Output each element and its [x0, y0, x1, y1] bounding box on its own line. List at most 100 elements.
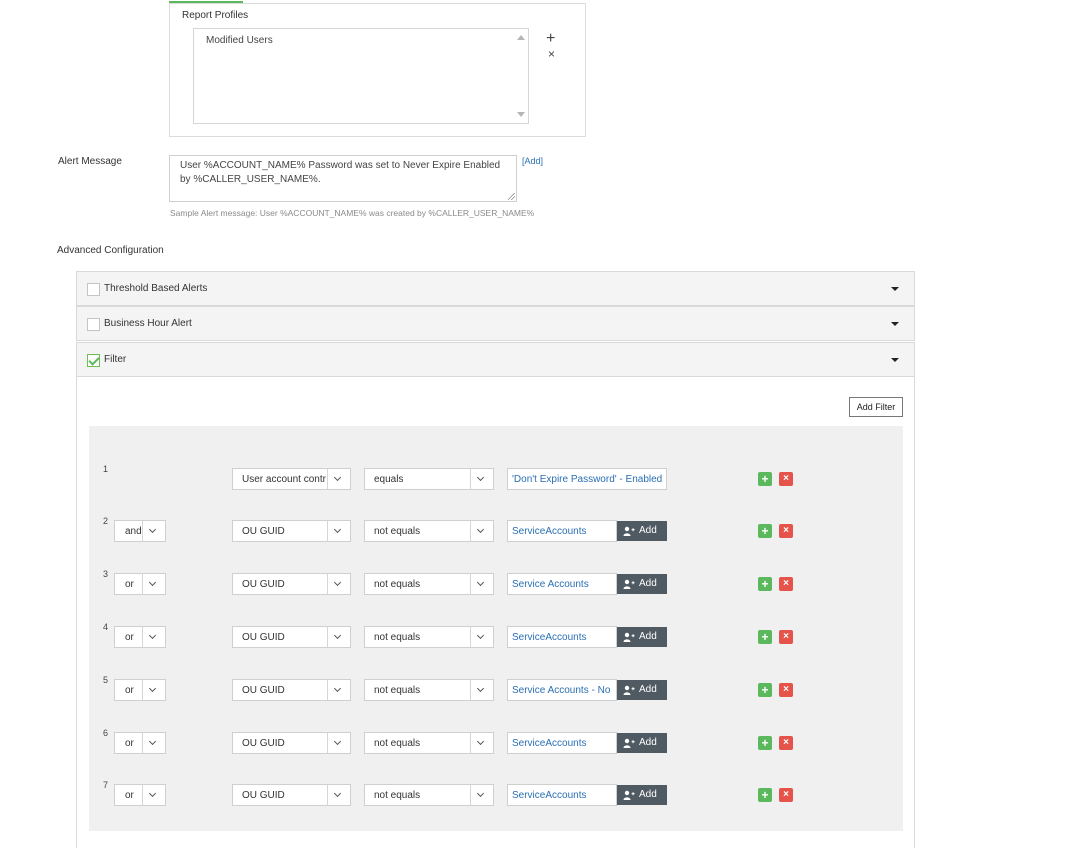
caret-down-icon[interactable] [891, 322, 899, 326]
filter-checkbox[interactable] [87, 354, 100, 367]
add-row-icon[interactable]: + [758, 524, 772, 538]
filter-row: 1 User account contr equals 'Don't Expir… [89, 464, 903, 492]
filter-value-input[interactable]: 'Don't Expire Password' - Enabled [507, 468, 667, 490]
chevron-down-icon[interactable] [470, 469, 493, 489]
chevron-down-icon[interactable] [327, 521, 350, 541]
report-profiles-list[interactable]: Modified Users [193, 28, 529, 124]
filter-value-input[interactable]: ServiceAccounts [507, 784, 617, 806]
field-select[interactable]: OU GUID [232, 732, 351, 754]
logic-select[interactable]: or [114, 784, 166, 806]
delete-row-icon[interactable]: × [779, 472, 793, 486]
chevron-down-icon[interactable] [327, 469, 350, 489]
add-user-icon [623, 685, 635, 695]
chevron-down-icon[interactable] [142, 627, 165, 647]
delete-row-icon[interactable]: × [779, 630, 793, 644]
resize-grip-icon[interactable] [508, 193, 515, 200]
delete-row-icon[interactable]: × [779, 577, 793, 591]
remove-profile-icon[interactable]: × [548, 48, 555, 60]
filter-value-input[interactable]: ServiceAccounts [507, 626, 617, 648]
chevron-down-icon[interactable] [142, 733, 165, 753]
business-hour-section[interactable]: Business Hour Alert [76, 306, 915, 341]
add-row-icon[interactable]: + [758, 683, 772, 697]
add-object-button[interactable]: Add [617, 574, 667, 594]
chevron-down-icon[interactable] [327, 785, 350, 805]
filter-section[interactable]: Filter [76, 342, 915, 377]
delete-row-icon[interactable]: × [779, 524, 793, 538]
add-row-icon[interactable]: + [758, 630, 772, 644]
delete-row-icon[interactable]: × [779, 788, 793, 802]
filter-value-input[interactable]: Service Accounts [507, 573, 617, 595]
operator-select[interactable]: not equals [364, 573, 494, 595]
chevron-down-icon[interactable] [470, 521, 493, 541]
logic-select[interactable]: or [114, 626, 166, 648]
logic-value: or [125, 579, 134, 590]
list-scrollbar[interactable] [514, 29, 528, 123]
report-profile-item[interactable]: Modified Users [206, 35, 273, 46]
add-object-button[interactable]: Add [617, 785, 667, 805]
operator-select[interactable]: not equals [364, 679, 494, 701]
caret-down-icon[interactable] [891, 358, 899, 362]
add-object-button[interactable]: Add [617, 733, 667, 753]
filter-value-input[interactable]: ServiceAccounts [507, 520, 617, 542]
add-row-icon[interactable]: + [758, 472, 772, 486]
chevron-down-icon[interactable] [142, 785, 165, 805]
add-row-icon[interactable]: + [758, 788, 772, 802]
field-select[interactable]: OU GUID [232, 784, 351, 806]
alert-message-textarea[interactable]: User %ACCOUNT_NAME% Password was set to … [169, 155, 517, 202]
field-select[interactable]: OU GUID [232, 520, 351, 542]
chevron-down-icon[interactable] [327, 574, 350, 594]
field-value: User account contr [242, 474, 326, 485]
filter-value-text: ServiceAccounts [512, 632, 587, 643]
chevron-down-icon[interactable] [470, 785, 493, 805]
business-hour-checkbox[interactable] [87, 318, 100, 331]
add-profile-icon[interactable]: + [546, 31, 555, 47]
add-object-button[interactable]: Add [617, 680, 667, 700]
operator-select[interactable]: not equals [364, 520, 494, 542]
chevron-down-icon[interactable] [142, 521, 165, 541]
add-object-label: Add [639, 684, 657, 695]
field-select[interactable]: User account contr [232, 468, 351, 490]
logic-select[interactable]: or [114, 573, 166, 595]
operator-select[interactable]: not equals [364, 784, 494, 806]
chevron-down-icon[interactable] [470, 627, 493, 647]
operator-select[interactable]: not equals [364, 732, 494, 754]
field-select[interactable]: OU GUID [232, 573, 351, 595]
filter-row-number: 4 [103, 622, 109, 632]
field-select[interactable]: OU GUID [232, 626, 351, 648]
field-select[interactable]: OU GUID [232, 679, 351, 701]
scroll-up-icon[interactable] [517, 35, 525, 40]
caret-down-icon[interactable] [891, 287, 899, 291]
delete-row-icon[interactable]: × [779, 736, 793, 750]
chevron-down-icon[interactable] [142, 680, 165, 700]
add-row-icon[interactable]: + [758, 736, 772, 750]
add-filter-button[interactable]: Add Filter [849, 397, 903, 417]
add-user-icon [623, 738, 635, 748]
operator-select[interactable]: equals [364, 468, 494, 490]
threshold-alerts-checkbox[interactable] [87, 283, 100, 296]
threshold-alerts-section[interactable]: Threshold Based Alerts [76, 271, 915, 306]
chevron-down-icon[interactable] [327, 627, 350, 647]
chevron-down-icon[interactable] [327, 733, 350, 753]
scroll-down-icon[interactable] [517, 112, 525, 117]
logic-select[interactable]: and [114, 520, 166, 542]
add-object-label: Add [639, 525, 657, 536]
operator-value: not equals [374, 738, 421, 749]
chevron-down-icon[interactable] [470, 733, 493, 753]
filter-value-input[interactable]: Service Accounts - No [507, 679, 617, 701]
chevron-down-icon[interactable] [327, 680, 350, 700]
chevron-down-icon[interactable] [470, 574, 493, 594]
logic-select[interactable]: or [114, 732, 166, 754]
chevron-down-icon[interactable] [142, 574, 165, 594]
operator-value: not equals [374, 526, 421, 537]
chevron-down-icon[interactable] [470, 680, 493, 700]
add-object-button[interactable]: Add [617, 627, 667, 647]
filter-rows-area: 1 User account contr equals 'Don't Expir… [89, 426, 903, 831]
delete-row-icon[interactable]: × [779, 683, 793, 697]
alert-message-add-link[interactable]: [Add] [522, 156, 543, 166]
logic-select[interactable]: or [114, 679, 166, 701]
filter-value-input[interactable]: ServiceAccounts [507, 732, 617, 754]
add-object-button[interactable]: Add [617, 521, 667, 541]
add-object-label: Add [639, 789, 657, 800]
add-row-icon[interactable]: + [758, 577, 772, 591]
operator-select[interactable]: not equals [364, 626, 494, 648]
